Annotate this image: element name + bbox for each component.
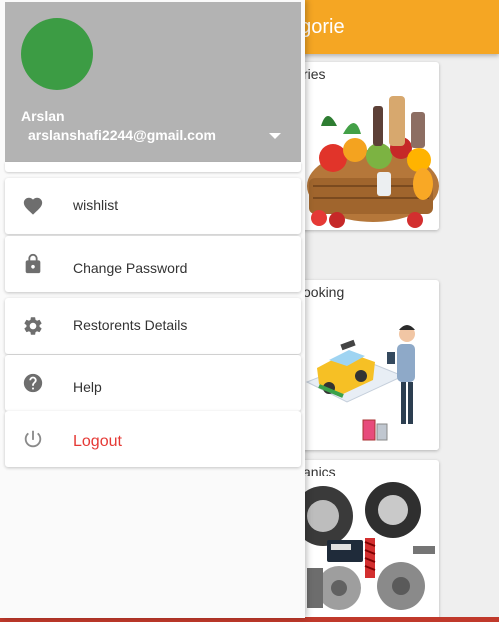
lock-icon — [25, 253, 41, 274]
mechanics-image — [303, 476, 439, 622]
menu-item-restaurant-details[interactable]: Restorents Details — [5, 298, 301, 354]
account-email: arslanshafi2244@gmail.com — [28, 127, 216, 143]
category-card-groceries[interactable]: ries — [289, 62, 439, 230]
menu-item-label: wishlist — [73, 197, 119, 213]
menu-item-help[interactable]: Help — [5, 355, 301, 411]
gear-icon — [24, 317, 42, 335]
heart-icon — [23, 197, 43, 215]
category-card-taxi-booking[interactable]: ooking — [289, 280, 439, 450]
avatar[interactable] — [21, 18, 93, 90]
category-label: ries — [303, 66, 326, 82]
dropdown-arrow-icon[interactable] — [265, 126, 285, 146]
menu-item-wishlist[interactable]: wishlist — [5, 178, 301, 234]
menu-item-label: Logout — [73, 433, 122, 450]
drawer-divider-card — [5, 162, 301, 172]
navigation-drawer: Arslan arslanshafi2244@gmail.com wishlis… — [0, 0, 305, 618]
category-card-mechanics[interactable]: anics — [289, 460, 439, 622]
menu-item-label: Change Password — [73, 260, 188, 276]
category-label: ooking — [303, 284, 345, 300]
power-icon — [24, 430, 42, 448]
taxi-booking-image — [303, 304, 439, 450]
menu-item-label: Restorents Details — [73, 317, 188, 333]
help-circle-icon — [23, 373, 43, 393]
groceries-image — [303, 86, 439, 230]
account-name: Arslan — [21, 108, 65, 124]
menu-item-change-password[interactable]: Change Password — [5, 236, 301, 292]
menu-item-label: Help — [73, 379, 102, 395]
drawer-header: Arslan arslanshafi2244@gmail.com — [5, 2, 301, 162]
menu-item-logout[interactable]: Logout — [5, 411, 301, 467]
